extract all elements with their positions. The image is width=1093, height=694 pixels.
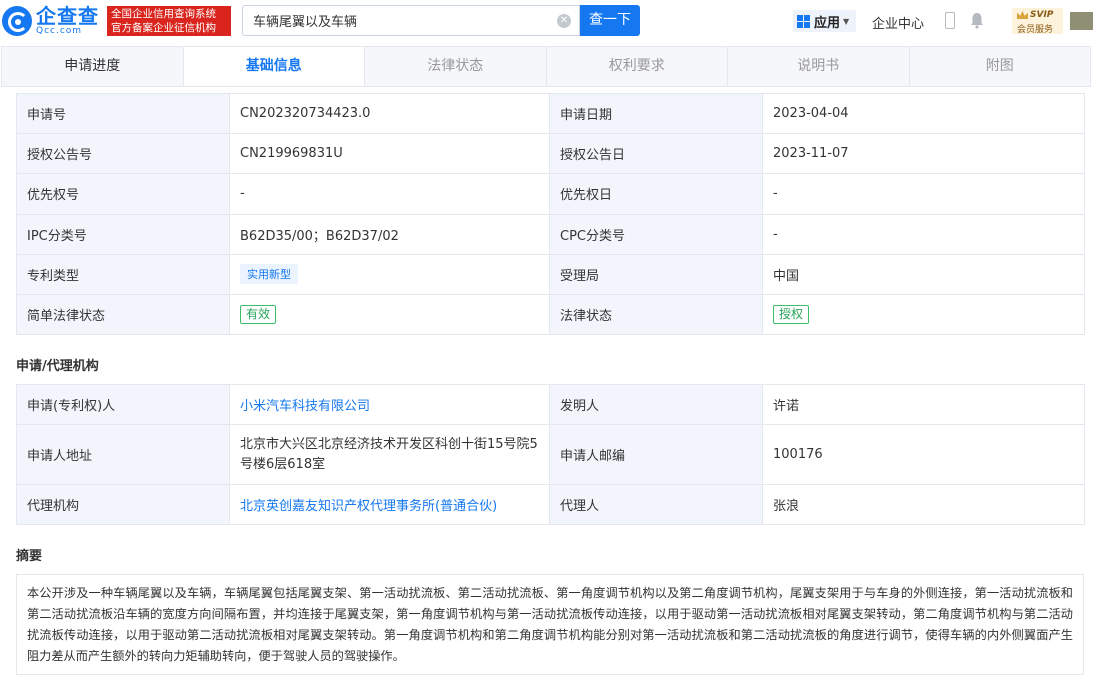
label-agent: 代理人 xyxy=(549,484,763,525)
logo-icon xyxy=(2,6,32,36)
patent-type-tag: 实用新型 xyxy=(240,264,298,285)
tab-drawings[interactable]: 附图 xyxy=(910,47,1091,86)
basic-info-table: 申请号 CN202320734423.0 申请日期 2023-04-04 授权公… xyxy=(16,92,1085,336)
clear-icon[interactable]: ✕ xyxy=(557,14,571,28)
label-priority-no: 优先权号 xyxy=(16,173,230,215)
abstract-text: 本公开涉及一种车辆尾翼以及车辆，车辆尾翼包括尾翼支架、第一活动扰流板、第二活动扰… xyxy=(16,574,1084,675)
table-row: 简单法律状态 有效 法律状态 授权 xyxy=(16,293,1085,336)
value-agent: 张浪 xyxy=(762,484,1085,525)
label-office: 受理局 xyxy=(549,253,763,295)
caret-down-icon: ▼ xyxy=(843,16,850,26)
tab-progress[interactable]: 申请进度 xyxy=(2,47,184,86)
value-publication-no: CN219969831U xyxy=(229,133,550,175)
logo-text: 企查查 xyxy=(36,4,99,28)
label-postcode: 申请人邮编 xyxy=(549,424,763,485)
value-office: 中国 xyxy=(762,253,1085,295)
table-row: 优先权号 - 优先权日 - xyxy=(16,173,1085,215)
search-button[interactable]: 查一下 xyxy=(580,5,640,36)
table-row: IPC分类号 B62D35/00；B62D37/02 CPC分类号 - xyxy=(16,213,1085,255)
section-title-agency: 申请/代理机构 xyxy=(16,359,99,374)
applicant-link[interactable]: 小米汽车科技有限公司 xyxy=(240,399,370,414)
label-legal-status: 法律状态 xyxy=(549,293,763,336)
grid-icon xyxy=(797,14,810,28)
label-ipc: IPC分类号 xyxy=(16,213,230,255)
label-application-no: 申请号 xyxy=(16,92,230,135)
official-badge: 全国企业信用查询系统 官方备案企业征信机构 xyxy=(107,6,231,36)
apps-menu-button[interactable]: 应用 ▼ xyxy=(793,10,856,32)
label-priority-date: 优先权日 xyxy=(549,173,763,215)
label-publication-no: 授权公告号 xyxy=(16,133,230,175)
status-badge: 有效 xyxy=(240,305,277,325)
table-row: 申请(专利权)人 小米汽车科技有限公司 发明人 许诺 xyxy=(16,384,1085,425)
table-row: 授权公告号 CN219969831U 授权公告日 2023-11-07 xyxy=(16,133,1085,175)
table-row: 申请号 CN202320734423.0 申请日期 2023-04-04 xyxy=(16,92,1085,135)
svip-button[interactable]: SVIP 会员服务 xyxy=(1012,8,1063,35)
tab-legal-status[interactable]: 法律状态 xyxy=(365,47,547,86)
value-application-date: 2023-04-04 xyxy=(762,92,1085,135)
tab-basic-info[interactable]: 基础信息 xyxy=(183,47,365,86)
site-logo[interactable]: 企查查 Qcc.com xyxy=(2,6,99,36)
crown-icon xyxy=(1017,11,1028,19)
label-publication-date: 授权公告日 xyxy=(549,133,763,175)
table-row: 专利类型 实用新型 受理局 中国 xyxy=(16,253,1085,295)
label-application-date: 申请日期 xyxy=(549,92,763,135)
value-publication-date: 2023-11-07 xyxy=(762,133,1085,175)
value-priority-no: - xyxy=(229,173,550,215)
avatar[interactable] xyxy=(1070,12,1093,30)
label-agency: 代理机构 xyxy=(16,484,230,525)
label-patent-type: 专利类型 xyxy=(16,253,230,295)
label-simple-legal-status: 简单法律状态 xyxy=(16,293,230,336)
agency-table: 申请(专利权)人 小米汽车科技有限公司 发明人 许诺 申请人地址 北京市大兴区北… xyxy=(16,384,1085,525)
tab-description[interactable]: 说明书 xyxy=(728,47,910,86)
table-row: 代理机构 北京英创嘉友知识产权代理事务所(普通合伙) 代理人 张浪 xyxy=(16,484,1085,525)
label-applicant: 申请(专利权)人 xyxy=(16,384,230,425)
bell-icon[interactable] xyxy=(969,12,985,29)
label-inventor: 发明人 xyxy=(549,384,763,425)
value-inventor: 许诺 xyxy=(762,384,1085,425)
tab-bar: 申请进度 基础信息 法律状态 权利要求 说明书 附图 xyxy=(1,46,1091,87)
search-input[interactable]: 车辆尾翼以及车辆 ✕ xyxy=(242,5,580,36)
label-applicant-address: 申请人地址 xyxy=(16,424,230,485)
value-application-no: CN202320734423.0 xyxy=(229,92,550,135)
label-cpc: CPC分类号 xyxy=(549,213,763,255)
status-badge: 授权 xyxy=(773,305,810,325)
logo-domain: Qcc.com xyxy=(36,26,83,36)
section-title-abstract: 摘要 xyxy=(16,549,43,564)
enterprise-center-link[interactable]: 企业中心 xyxy=(872,13,924,32)
value-applicant-address: 北京市大兴区北京经济技术开发区科创十街15号院5号楼6层618室 xyxy=(229,424,550,485)
top-bar: 企查查 Qcc.com 全国企业信用查询系统 官方备案企业征信机构 车辆尾翼以及… xyxy=(0,0,1093,42)
value-postcode: 100176 xyxy=(762,424,1085,485)
table-row: 申请人地址 北京市大兴区北京经济技术开发区科创十街15号院5号楼6层618室 申… xyxy=(16,424,1085,485)
value-priority-date: - xyxy=(762,173,1085,215)
tab-claims[interactable]: 权利要求 xyxy=(547,47,728,86)
mobile-icon[interactable] xyxy=(945,12,955,29)
agency-link[interactable]: 北京英创嘉友知识产权代理事务所(普通合伙) xyxy=(240,499,497,514)
value-cpc: - xyxy=(762,213,1085,255)
value-ipc: B62D35/00；B62D37/02 xyxy=(229,213,550,255)
